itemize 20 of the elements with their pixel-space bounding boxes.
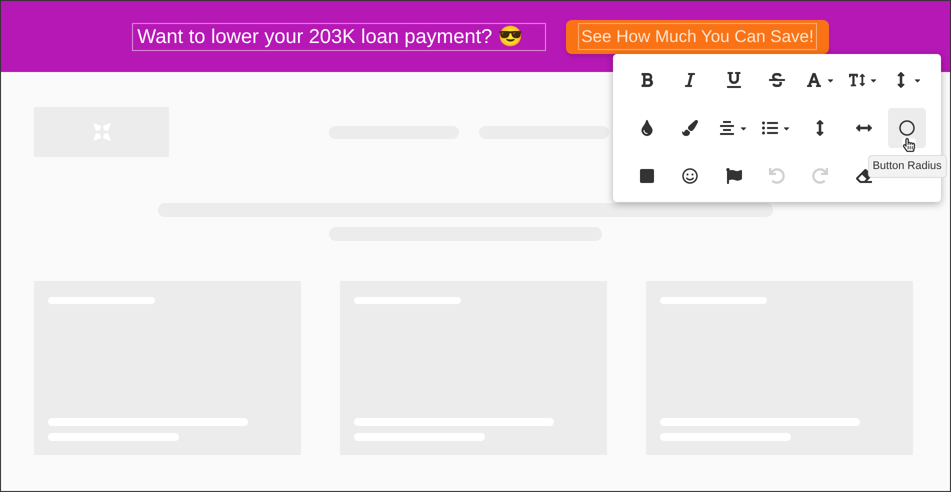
- bold-icon: [638, 72, 655, 88]
- font-icon: [806, 72, 822, 88]
- droplet-icon: [638, 120, 655, 136]
- strikethrough-icon: [768, 72, 785, 88]
- tooltip: Button Radius: [868, 155, 947, 178]
- bullet-list-icon: [762, 120, 778, 136]
- banner-message: Want to lower your 203K loan payment? 😎: [132, 22, 546, 50]
- square-icon: [638, 168, 655, 184]
- redo-icon: [812, 168, 828, 184]
- paintbrush-icon: [682, 120, 698, 136]
- eraser-icon: [856, 168, 872, 184]
- undo-icon: [768, 168, 785, 184]
- flag-icon: [726, 168, 742, 184]
- text-height-icon: [849, 72, 866, 88]
- cta-button[interactable]: See How Much You Can Save!: [566, 20, 829, 54]
- smiley-icon: [682, 168, 698, 184]
- align-center-icon: [719, 120, 736, 136]
- underline-icon: [726, 72, 742, 88]
- toolbar-button[interactable]: [888, 108, 926, 148]
- pointer-icon: [902, 138, 916, 152]
